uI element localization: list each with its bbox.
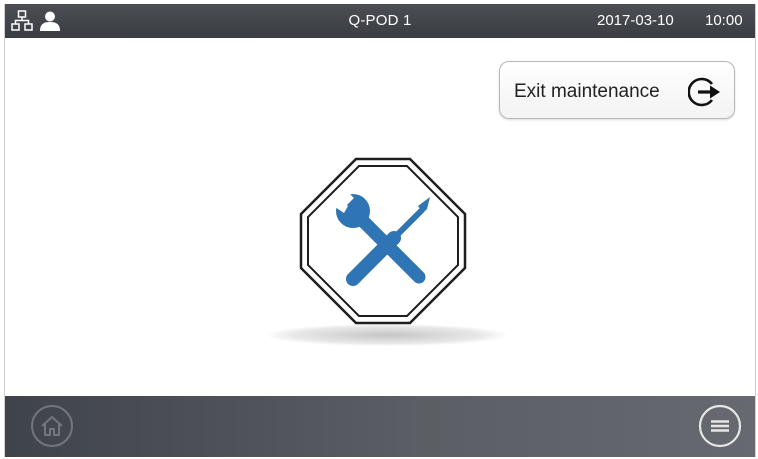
- exit-maintenance-button[interactable]: Exit maintenance: [499, 61, 735, 119]
- menu-icon[interactable]: [697, 403, 743, 449]
- exit-icon: [688, 77, 720, 107]
- bottom-bar: [5, 396, 755, 457]
- date-display: 2017-03-10: [597, 12, 674, 29]
- status-bar: Q-POD 1 2017-03-10 10:00: [5, 4, 755, 38]
- time-display: 10:00: [705, 12, 743, 29]
- device-screen: Q-POD 1 2017-03-10 10:00 Exit maintenanc…: [4, 4, 756, 457]
- maintenance-tools-icon: [299, 157, 467, 325]
- home-icon[interactable]: [29, 403, 75, 449]
- symbol-shadow: [267, 324, 507, 346]
- exit-maintenance-label: Exit maintenance: [514, 81, 660, 102]
